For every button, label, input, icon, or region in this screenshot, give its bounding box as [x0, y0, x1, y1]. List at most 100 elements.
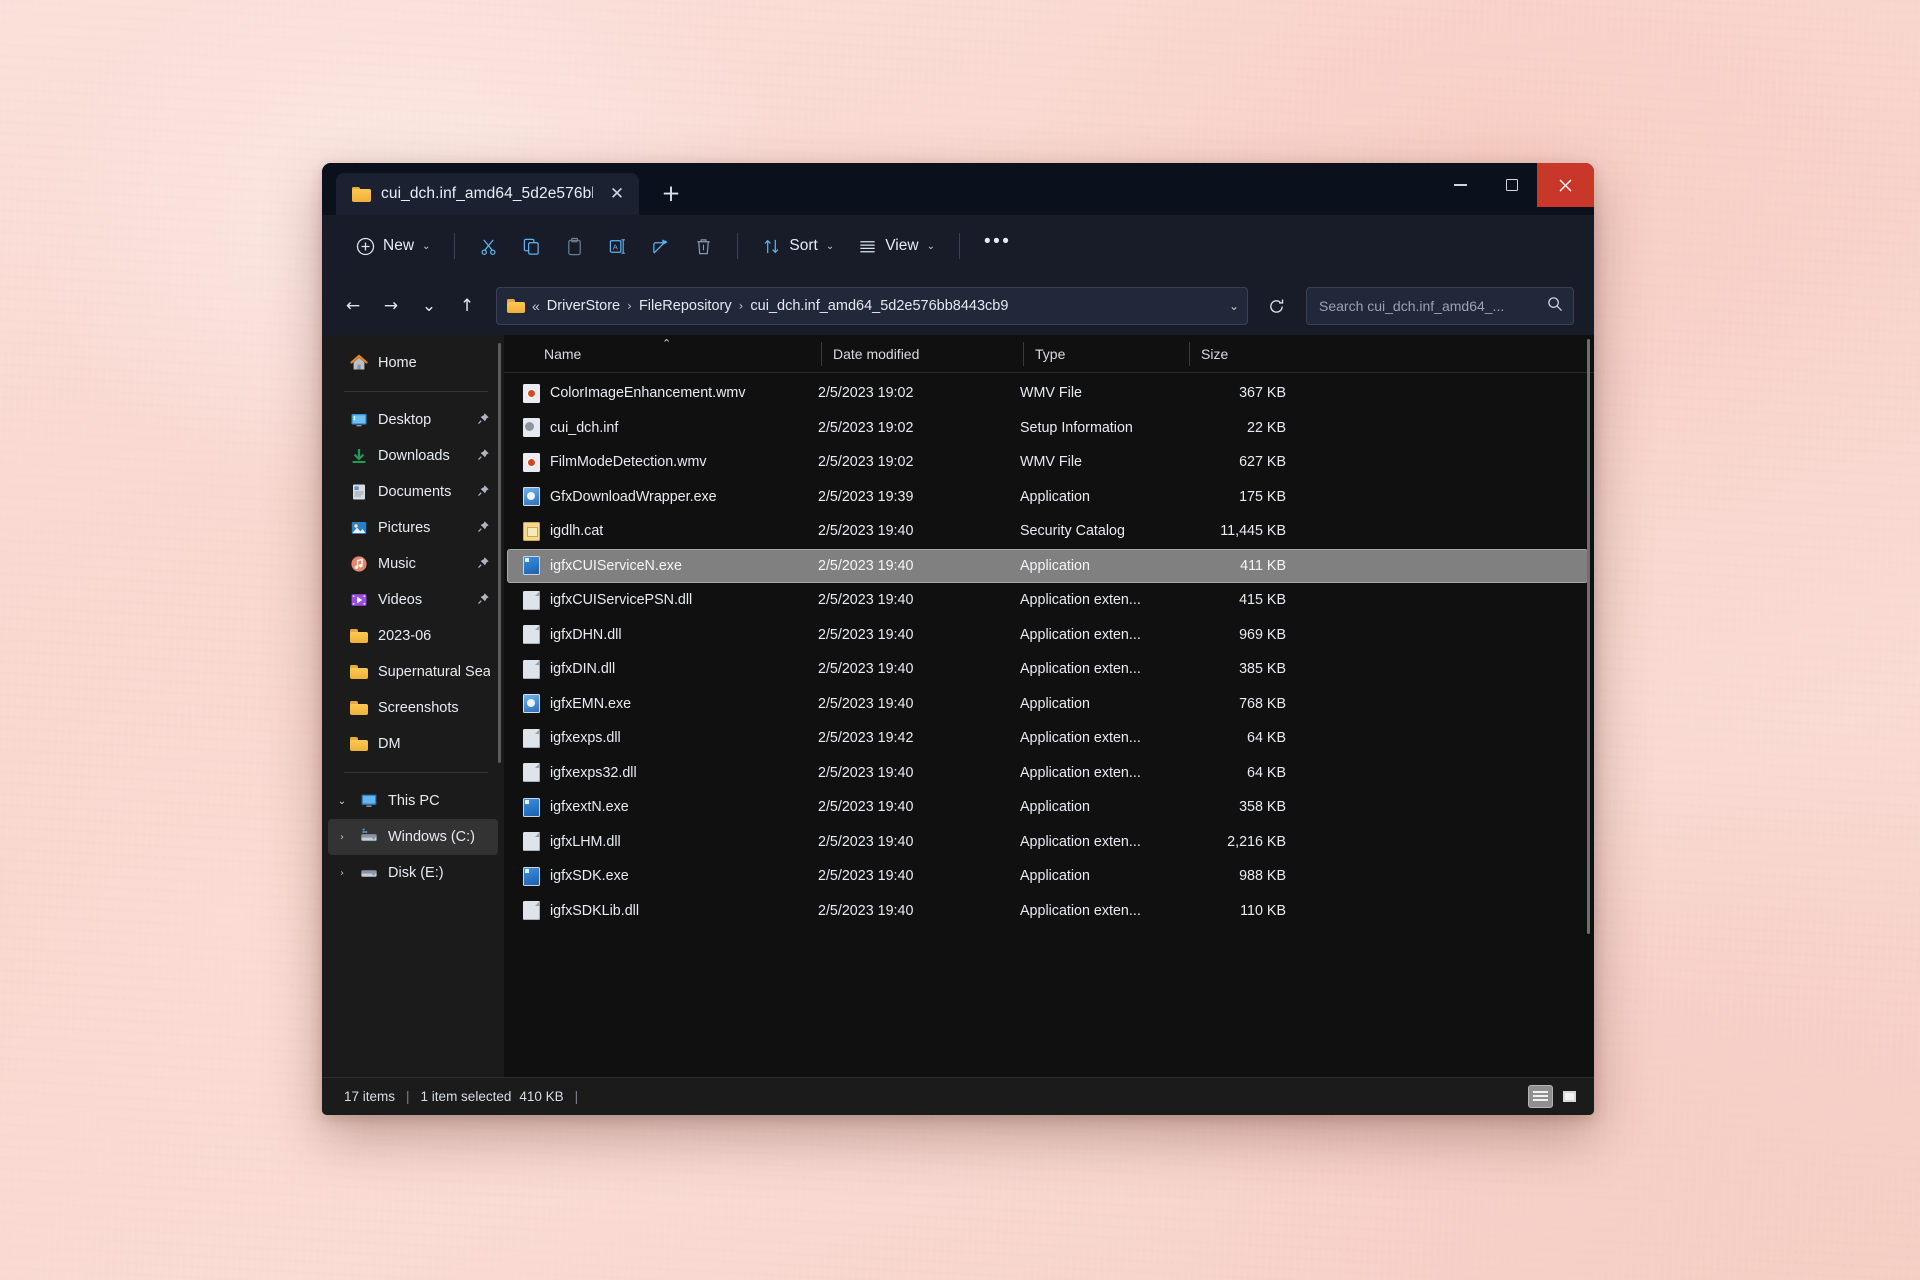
table-row[interactable]: igfxextN.exe 2/5/2023 19:40 Application 358…: [507, 790, 1588, 825]
paste-button[interactable]: [553, 226, 596, 266]
up-one-level-button[interactable]: ↑: [448, 287, 486, 325]
new-button[interactable]: New ⌄: [344, 226, 442, 266]
column-header-size[interactable]: Size: [1189, 335, 1309, 373]
sidebar-item-windows-c[interactable]: › Windows (C:): [328, 819, 498, 855]
forward-button[interactable]: →: [372, 287, 410, 325]
sidebar-item-screenshots[interactable]: Screenshots: [328, 690, 498, 726]
column-header-date-modified[interactable]: Date modified: [821, 335, 1023, 373]
search-input[interactable]: [1319, 298, 1539, 314]
table-row[interactable]: ColorImageEnhancement.wmv 2/5/2023 19:02 W…: [507, 376, 1588, 411]
close-tab-icon[interactable]: ✕: [603, 180, 631, 208]
share-button[interactable]: [639, 226, 682, 266]
sidebar-item-home[interactable]: Home: [328, 345, 498, 381]
sidebar-item-supernatural[interactable]: Supernatural Sea: [328, 654, 498, 690]
sidebar-item-music[interactable]: Music: [328, 546, 498, 582]
sidebar-item-label: Disk (E:): [388, 865, 444, 881]
pin-icon[interactable]: [477, 412, 490, 429]
file-size-cell: 175 KB: [1239, 488, 1286, 505]
large-icons-view-toggle[interactable]: [1557, 1085, 1582, 1108]
pin-icon[interactable]: [477, 448, 490, 465]
view-button[interactable]: View ⌄: [846, 226, 947, 266]
wmv-file-icon: [523, 452, 540, 472]
table-row[interactable]: igfxDIN.dll 2/5/2023 19:40 Application ext…: [507, 652, 1588, 687]
breadcrumb-segment-current[interactable]: cui_dch.inf_amd64_5d2e576bb8443cb9: [750, 298, 1008, 314]
chevron-right-icon[interactable]: ›: [334, 832, 350, 843]
file-name-label: igfxCUIServiceN.exe: [550, 557, 682, 574]
table-row[interactable]: igfxCUIServicePSN.dll 2/5/2023 19:40 Appli…: [507, 583, 1588, 618]
table-row[interactable]: FilmModeDetection.wmv 2/5/2023 19:02 WMV F…: [507, 445, 1588, 480]
cut-button[interactable]: [467, 226, 510, 266]
breadcrumb-overflow-icon[interactable]: «: [532, 298, 540, 314]
explorer-body: Home Desktop Downloads Documents Picture…: [322, 335, 1594, 1077]
table-row[interactable]: igfxDHN.dll 2/5/2023 19:40 Application ext…: [507, 618, 1588, 653]
copy-button[interactable]: [510, 226, 553, 266]
file-size-cell: 11,445 KB: [1220, 523, 1286, 540]
sidebar-item-dm[interactable]: DM: [328, 726, 498, 762]
file-list[interactable]: ColorImageEnhancement.wmv 2/5/2023 19:02 W…: [504, 373, 1594, 1077]
sidebar-item-documents[interactable]: Documents: [328, 474, 498, 510]
sidebar-item-this-pc[interactable]: ⌄ This PC: [328, 783, 498, 819]
pin-icon[interactable]: [477, 556, 490, 573]
search-icon[interactable]: [1547, 296, 1563, 317]
table-row[interactable]: igfxEMN.exe 2/5/2023 19:40 Application 768 …: [507, 687, 1588, 722]
pin-icon[interactable]: [477, 484, 490, 501]
column-header-label: Type: [1035, 345, 1066, 362]
maximize-button[interactable]: [1486, 163, 1537, 207]
table-row[interactable]: igfxSDK.exe 2/5/2023 19:40 Application 988 …: [507, 859, 1588, 894]
sidebar-scrollbar[interactable]: [498, 343, 501, 763]
file-size-cell: 415 KB: [1239, 592, 1286, 609]
file-name-label: igfxexps32.dll: [550, 764, 637, 781]
gfx-app-icon: [523, 487, 540, 507]
column-header-type[interactable]: Type: [1023, 335, 1189, 373]
file-size-cell: 627 KB: [1239, 454, 1286, 471]
sort-button[interactable]: Sort ⌄: [750, 226, 846, 266]
sidebar-item-videos[interactable]: Videos: [328, 582, 498, 618]
sidebar-item-downloads[interactable]: Downloads: [328, 438, 498, 474]
tab-current-folder[interactable]: cui_dch.inf_amd64_5d2e576bb ✕: [336, 173, 639, 215]
sidebar-item-disk-e[interactable]: › Disk (E:): [328, 855, 498, 891]
pin-icon[interactable]: [477, 592, 490, 609]
chevron-right-icon: ›: [738, 299, 744, 313]
table-row[interactable]: igfxexps32.dll 2/5/2023 19:40 Application …: [507, 756, 1588, 791]
table-row[interactable]: cui_dch.inf 2/5/2023 19:02 Setup Informati…: [507, 411, 1588, 446]
details-view-toggle[interactable]: [1528, 1085, 1553, 1108]
delete-button[interactable]: [682, 226, 725, 266]
file-type-cell: Application: [1020, 557, 1090, 574]
table-row[interactable]: igfxCUIServiceN.exe 2/5/2023 19:40 Applica…: [507, 548, 1588, 583]
new-tab-button[interactable]: +: [653, 177, 689, 211]
refresh-button[interactable]: [1256, 287, 1296, 325]
table-row[interactable]: GfxDownloadWrapper.exe 2/5/2023 19:39 Appl…: [507, 480, 1588, 515]
pictures-icon: [350, 519, 368, 537]
folder-icon: [350, 627, 368, 645]
recent-locations-button[interactable]: ⌄: [410, 287, 448, 325]
column-header-name[interactable]: Name: [532, 335, 821, 373]
pin-icon[interactable]: [477, 520, 490, 537]
file-date-cell: 2/5/2023 19:40: [818, 833, 914, 850]
table-row[interactable]: igfxLHM.dll 2/5/2023 19:40 Application ext…: [507, 825, 1588, 860]
clipboard-icon: [565, 237, 584, 256]
sidebar-item-pictures[interactable]: Pictures: [328, 510, 498, 546]
sidebar-item-2023-06[interactable]: 2023-06: [328, 618, 498, 654]
more-options-button[interactable]: •••: [972, 226, 1023, 266]
minimize-button[interactable]: [1435, 163, 1486, 207]
chevron-down-icon[interactable]: ⌄: [334, 796, 350, 807]
breadcrumb-dropdown-icon[interactable]: ⌄: [1219, 299, 1239, 313]
sidebar-item-desktop[interactable]: Desktop: [328, 402, 498, 438]
close-window-button[interactable]: [1537, 163, 1594, 207]
table-row[interactable]: igfxSDKLib.dll 2/5/2023 19:40 Application …: [507, 894, 1588, 929]
file-name-cell: igfxexps32.dll: [517, 763, 806, 783]
back-button[interactable]: ←: [334, 287, 372, 325]
breadcrumb-segment-filerepository[interactable]: FileRepository: [639, 298, 732, 314]
search-box[interactable]: [1306, 287, 1574, 325]
folder-icon: [352, 186, 371, 202]
file-type-cell: Application exten...: [1020, 592, 1141, 609]
app-icon: [523, 797, 540, 817]
table-row[interactable]: igfxexps.dll 2/5/2023 19:42 Application ex…: [507, 721, 1588, 756]
breadcrumb[interactable]: « DriverStore › FileRepository › cui_dch…: [496, 287, 1248, 325]
file-list-scrollbar[interactable]: [1587, 339, 1590, 934]
chevron-right-icon[interactable]: ›: [334, 868, 350, 879]
file-type-cell: Application: [1020, 488, 1090, 505]
rename-button[interactable]: A: [596, 226, 639, 266]
table-row[interactable]: igdlh.cat 2/5/2023 19:40 Security Catalog 1…: [507, 514, 1588, 549]
breadcrumb-segment-driverstore[interactable]: DriverStore: [547, 298, 620, 314]
